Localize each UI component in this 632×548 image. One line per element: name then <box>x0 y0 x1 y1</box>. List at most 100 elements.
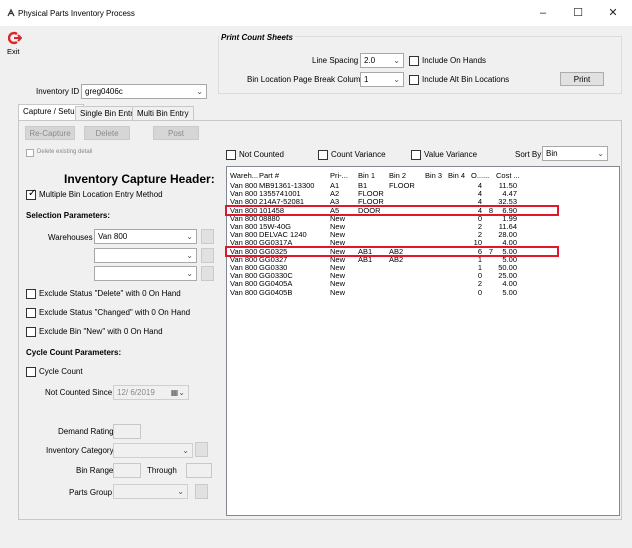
exclude-delete-checkbox[interactable] <box>26 289 36 299</box>
inventory-category-label: Inventory Category <box>46 446 114 455</box>
value-variance-checkbox[interactable] <box>411 150 421 160</box>
highlight-box <box>225 245 559 257</box>
table-row[interactable]: Van 800 1355741001 A2 FLOOR 4 4.47 <box>227 189 619 198</box>
minimize-button[interactable]: – <box>530 4 556 22</box>
sort-by-combo[interactable]: Bin ⌄ <box>542 146 608 161</box>
warehouses-label: Warehouses <box>48 233 93 242</box>
not-counted-since-value: 12/ 6/2019 <box>117 388 155 397</box>
exclude-new-label: Exclude Bin "New" with 0 On Hand <box>39 327 163 336</box>
delete-button[interactable]: Delete <box>84 126 130 140</box>
delete-existing-label: Delete existing detail <box>37 149 93 155</box>
bin-range-label: Bin Range <box>76 466 114 475</box>
title-bar: Physical Parts Inventory Process – ☐ ✕ <box>0 0 632 26</box>
inventory-list[interactable]: Wareh... Part # Pri-... Bin 1 Bin 2 Bin 3 Bin … <box>225 166 620 516</box>
column-header[interactable]: Bin 2 <box>389 171 406 180</box>
inventory-category-combo[interactable]: ⌄ <box>113 443 193 458</box>
warehouse-combo-1[interactable]: Van 800 ⌄ <box>94 229 197 244</box>
table-row[interactable]: Van 800 GG0330 New 1 50.00 <box>227 263 619 272</box>
column-header[interactable]: Part # <box>259 171 279 180</box>
column-header[interactable]: O... <box>471 171 483 180</box>
delete-existing-checkbox[interactable] <box>26 149 34 157</box>
warehouse-combo-3[interactable]: ⌄ <box>94 266 197 281</box>
table-cell: 5.00 <box>502 287 517 297</box>
bin-range-to-input[interactable] <box>186 463 212 478</box>
calendar-icon: ▦⌄ <box>170 388 185 397</box>
table-row[interactable]: Van 800 DELVAC 1240 New 2 28.00 <box>227 230 619 239</box>
through-label: Through <box>147 466 177 475</box>
chevron-down-icon: ⌄ <box>182 446 189 455</box>
line-spacing-label: Line Spacing <box>312 56 359 65</box>
line-spacing-value: 2.0 <box>364 56 376 65</box>
maximize-button[interactable]: ☐ <box>565 4 591 22</box>
parts-group-combo[interactable]: ⌄ <box>113 484 188 499</box>
warehouse-3-clear-button[interactable] <box>201 266 214 281</box>
cycle-params-heading: Cycle Count Parameters: <box>26 348 122 357</box>
chevron-down-icon: ⌄ <box>597 149 604 158</box>
inventory-id-label: Inventory ID <box>36 87 80 96</box>
column-header[interactable]: Wareh... <box>230 171 258 180</box>
chevron-down-icon: ⌄ <box>186 251 193 260</box>
page-break-label: Bin Location Page Break Column <box>247 75 365 84</box>
table-row[interactable]: Van 800 GG0330C New 0 25.00 <box>227 271 619 280</box>
print-count-sheets-title: Print Count Sheets <box>219 33 296 42</box>
column-header[interactable]: Bin 4 <box>448 171 465 180</box>
exclude-delete-label: Exclude Status "Delete" with 0 On Hand <box>39 289 181 298</box>
chevron-down-icon: ⌄ <box>186 232 193 241</box>
print-button[interactable]: Print <box>560 72 604 86</box>
not-counted-checkbox[interactable] <box>226 150 236 160</box>
warehouse-combo-2[interactable]: ⌄ <box>94 248 197 263</box>
sort-by-label: Sort By <box>515 150 542 159</box>
column-header[interactable]: Bin 1 <box>358 171 375 180</box>
window-title: Physical Parts Inventory Process <box>18 9 135 18</box>
demand-rating-input[interactable] <box>113 424 141 439</box>
warehouse-1-clear-button[interactable] <box>201 229 214 244</box>
not-counted-label: Not Counted <box>239 150 284 159</box>
value-variance-label: Value Variance <box>424 150 478 159</box>
table-row[interactable]: Van 800 GG0405A New 2 4.00 <box>227 279 619 288</box>
count-variance-checkbox[interactable] <box>318 150 328 160</box>
chevron-down-icon: ⌄ <box>393 75 400 84</box>
inventory-category-button[interactable] <box>195 442 208 457</box>
app-icon <box>7 8 15 17</box>
cycle-count-checkbox[interactable] <box>26 367 36 377</box>
tab-multi-bin-entry[interactable]: Multi Bin Entry <box>132 106 194 121</box>
count-variance-label: Count Variance <box>331 150 386 159</box>
not-counted-since-date[interactable]: 12/ 6/2019 ▦⌄ <box>113 385 189 400</box>
table-row[interactable]: Van 800 MB91361-13300 A1 B1 FLOOR 4 11.50 <box>227 181 619 190</box>
warehouse-1-value: Van 800 <box>98 232 128 241</box>
multi-bin-checkbox[interactable] <box>26 188 36 200</box>
parts-group-button[interactable] <box>195 484 208 499</box>
exclude-new-checkbox[interactable] <box>26 327 36 337</box>
not-counted-since-label: Not Counted Since <box>45 388 113 397</box>
column-header[interactable]: Cost ... <box>496 171 520 180</box>
page-break-combo[interactable]: 1 ⌄ <box>360 72 404 87</box>
line-spacing-combo[interactable]: 2.0 ⌄ <box>360 53 404 68</box>
chevron-down-icon: ⌄ <box>177 487 184 496</box>
sort-by-value: Bin <box>546 149 558 158</box>
close-button[interactable]: ✕ <box>600 4 626 22</box>
include-alt-bins-checkbox[interactable] <box>409 75 419 85</box>
chevron-down-icon: ⌄ <box>393 56 400 65</box>
exclude-changed-checkbox[interactable] <box>26 308 36 318</box>
column-header[interactable]: ... <box>483 171 489 180</box>
bin-range-from-input[interactable] <box>113 463 141 478</box>
exit-label: Exit <box>7 47 20 56</box>
table-cell: GG0405B <box>259 287 293 297</box>
inventory-id-combo[interactable]: greg0406c ⌄ <box>81 84 207 99</box>
cycle-count-label: Cycle Count <box>39 367 83 376</box>
parts-group-label: Parts Group <box>69 488 113 497</box>
capture-header-title: Inventory Capture Header: <box>64 172 215 186</box>
table-cell: Van 800 <box>230 287 258 297</box>
post-button[interactable]: Post <box>153 126 199 140</box>
warehouse-2-clear-button[interactable] <box>201 248 214 263</box>
column-header[interactable]: Bin 3 <box>425 171 442 180</box>
column-header[interactable]: Pri-... <box>330 171 348 180</box>
table-row[interactable]: Van 800 GG0405B New 0 5.00 <box>227 287 619 297</box>
table-row[interactable]: Van 800 15W-40G New 2 11.64 <box>227 222 619 231</box>
include-on-hands-checkbox[interactable] <box>409 56 419 66</box>
recapture-button[interactable]: Re-Capture <box>25 126 75 140</box>
highlight-box <box>225 204 559 216</box>
exit-button[interactable]: Exit <box>6 30 34 58</box>
inventory-id-value: greg0406c <box>85 87 123 96</box>
exclude-changed-label: Exclude Status "Changed" with 0 On Hand <box>39 308 191 317</box>
